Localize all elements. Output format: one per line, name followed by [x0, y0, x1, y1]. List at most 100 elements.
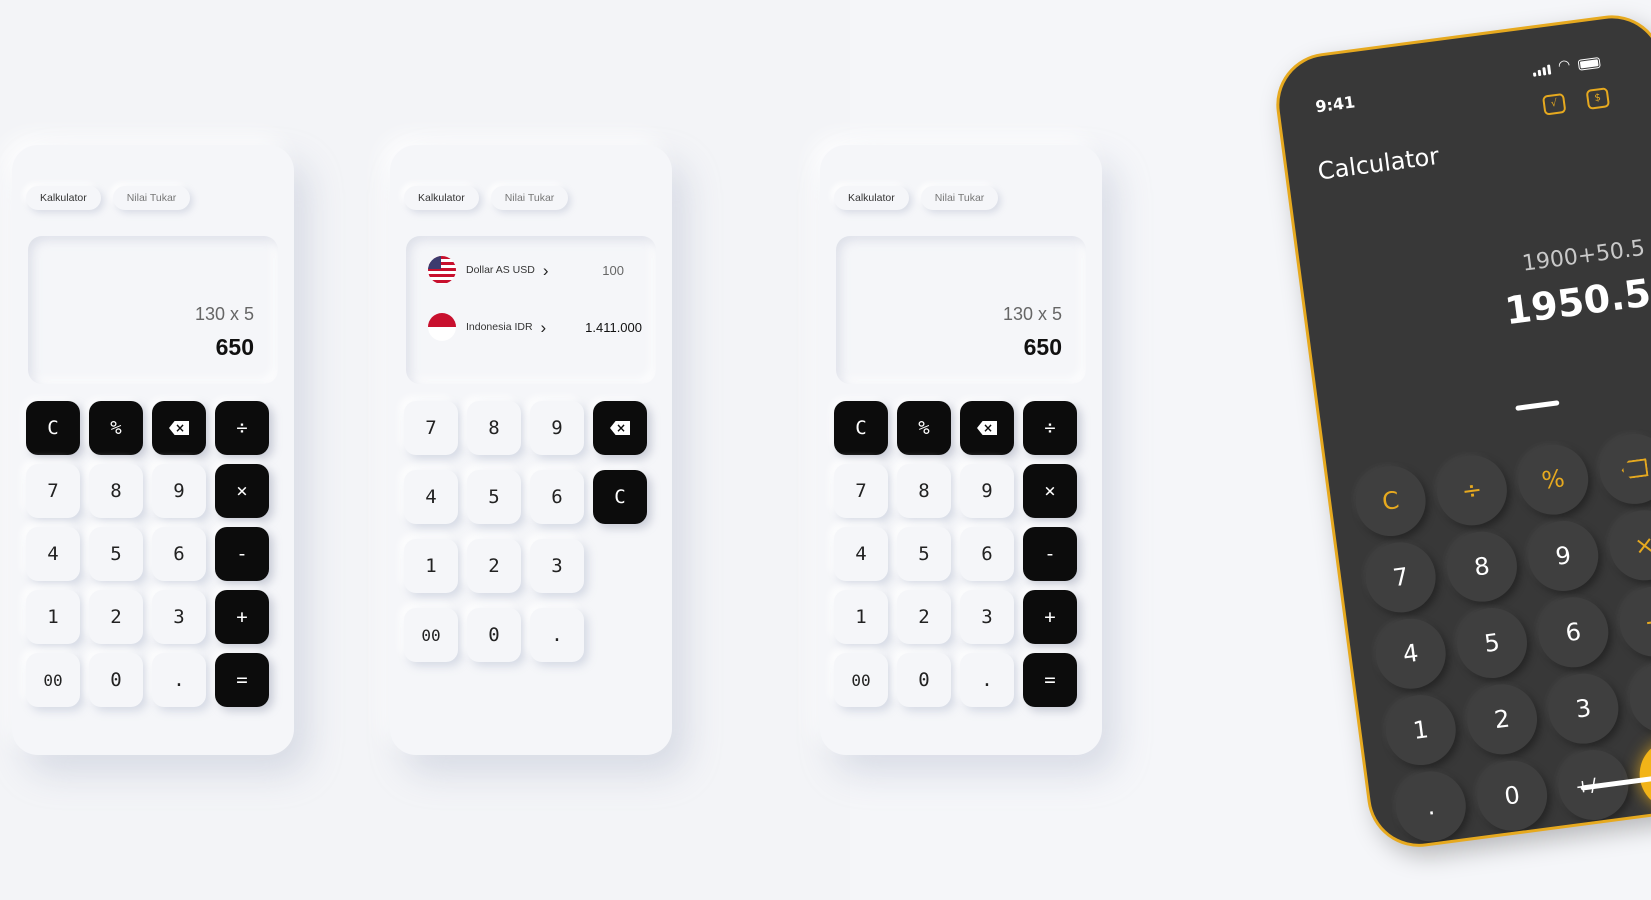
- backspace-button[interactable]: ×: [960, 401, 1014, 455]
- equals-button[interactable]: =: [215, 653, 269, 707]
- key-2[interactable]: 2: [89, 590, 143, 644]
- minus-button[interactable]: -: [215, 527, 269, 581]
- converter-display: Dollar AS USD › 100 Indonesia IDR › 1.41…: [406, 236, 656, 384]
- key-3[interactable]: 3: [152, 590, 206, 644]
- phone-minus-button[interactable]: −: [1615, 582, 1651, 661]
- plus-button[interactable]: +: [215, 590, 269, 644]
- key-2[interactable]: 2: [467, 539, 521, 593]
- calculator-display: 130 x 5 650: [28, 236, 278, 384]
- phone-backspace-button[interactable]: [1595, 429, 1651, 509]
- to-currency-row[interactable]: Indonesia IDR › 1.411.000: [428, 312, 642, 342]
- key-0[interactable]: 0: [897, 653, 951, 707]
- app-title: Calculator: [1316, 141, 1441, 186]
- multiply-button[interactable]: ×: [215, 464, 269, 518]
- phone-key-1[interactable]: 1: [1381, 690, 1461, 770]
- key-4[interactable]: 4: [834, 527, 888, 581]
- key-2[interactable]: 2: [897, 590, 951, 644]
- phone-equals-button[interactable]: =: [1635, 735, 1651, 814]
- plus-button[interactable]: +: [1023, 590, 1077, 644]
- expression-text: 130 x 5: [194, 304, 254, 324]
- key-9[interactable]: 9: [530, 401, 584, 455]
- tab-exchange-rate[interactable]: Nilai Tukar: [490, 186, 569, 210]
- phone-clear-button[interactable]: C: [1351, 461, 1430, 541]
- key-8[interactable]: 8: [897, 464, 951, 518]
- expression-text: 130 x 5: [1002, 304, 1062, 324]
- decimal-button[interactable]: .: [960, 653, 1014, 707]
- percent-button[interactable]: %: [89, 401, 143, 455]
- calculator-card-1: Kalkulator Nilai Tukar 130 x 5 650 C % ×…: [12, 145, 294, 755]
- key-3[interactable]: 3: [960, 590, 1014, 644]
- key-7[interactable]: 7: [26, 464, 80, 518]
- divide-button[interactable]: ÷: [1023, 401, 1077, 455]
- key-5[interactable]: 5: [89, 527, 143, 581]
- tab-exchange-rate[interactable]: Nilai Tukar: [112, 186, 191, 210]
- phone-key-5[interactable]: 5: [1452, 603, 1532, 683]
- key-0[interactable]: 0: [89, 653, 143, 707]
- drag-handle[interactable]: [1515, 400, 1560, 411]
- key-00[interactable]: 00: [834, 653, 888, 707]
- key-00[interactable]: 00: [404, 608, 458, 662]
- phone-divide-button[interactable]: ÷: [1432, 451, 1512, 530]
- equals-button[interactable]: =: [1023, 653, 1077, 707]
- exchange-rate-card: Kalkulator Nilai Tukar Dollar AS USD › 1…: [390, 145, 672, 755]
- multiply-button[interactable]: ×: [1023, 464, 1077, 518]
- key-8[interactable]: 8: [467, 401, 521, 455]
- key-4[interactable]: 4: [404, 470, 458, 524]
- key-8[interactable]: 8: [89, 464, 143, 518]
- phone-key-0[interactable]: 0: [1472, 756, 1552, 835]
- backspace-button[interactable]: ×: [593, 401, 647, 455]
- decimal-button[interactable]: .: [152, 653, 206, 707]
- phone-percent-button[interactable]: %: [1513, 440, 1593, 519]
- phone-key-6[interactable]: 6: [1534, 593, 1613, 672]
- tab-calculator[interactable]: Kalkulator: [26, 186, 101, 210]
- tab-calculator[interactable]: Kalkulator: [834, 186, 909, 210]
- tab-exchange-rate[interactable]: Nilai Tukar: [920, 186, 999, 210]
- key-9[interactable]: 9: [152, 464, 206, 518]
- divide-button[interactable]: ÷: [215, 401, 269, 455]
- phone-multiply-button[interactable]: ×: [1605, 505, 1651, 585]
- key-1[interactable]: 1: [404, 539, 458, 593]
- decimal-button[interactable]: .: [530, 608, 584, 662]
- phone-key-3[interactable]: 3: [1544, 669, 1623, 748]
- key-5[interactable]: 5: [467, 470, 521, 524]
- backspace-icon: [1620, 458, 1648, 479]
- key-5[interactable]: 5: [897, 527, 951, 581]
- from-currency-row[interactable]: Dollar AS USD › 100: [428, 255, 642, 285]
- phone-key-7[interactable]: 7: [1361, 538, 1440, 617]
- minus-button[interactable]: -: [1023, 527, 1077, 581]
- phone-key-8[interactable]: 8: [1442, 527, 1522, 606]
- scientific-mode-icon[interactable]: √: [1542, 92, 1567, 116]
- chevron-right-icon: ›: [540, 317, 547, 337]
- key-3[interactable]: 3: [530, 539, 584, 593]
- clear-button[interactable]: C: [26, 401, 80, 455]
- key-1[interactable]: 1: [26, 590, 80, 644]
- key-7[interactable]: 7: [834, 464, 888, 518]
- phone-key-9[interactable]: 9: [1523, 516, 1603, 596]
- phone-key-4[interactable]: 4: [1371, 614, 1450, 693]
- backspace-icon: ×: [977, 421, 997, 435]
- key-6[interactable]: 6: [960, 527, 1014, 581]
- key-0[interactable]: 0: [467, 608, 521, 662]
- percent-button[interactable]: %: [897, 401, 951, 455]
- tab-calculator[interactable]: Kalkulator: [404, 186, 479, 210]
- clear-button[interactable]: C: [593, 470, 647, 524]
- us-flag-icon: [428, 256, 456, 284]
- key-4[interactable]: 4: [26, 527, 80, 581]
- key-7[interactable]: 7: [404, 401, 458, 455]
- backspace-button[interactable]: ×: [152, 401, 206, 455]
- phone-key-2[interactable]: 2: [1462, 680, 1542, 759]
- clear-button[interactable]: C: [834, 401, 888, 455]
- phone-decimal-button[interactable]: .: [1391, 767, 1471, 846]
- from-currency-value: 100: [602, 262, 624, 278]
- key-6[interactable]: 6: [152, 527, 206, 581]
- key-9[interactable]: 9: [960, 464, 1014, 518]
- key-1[interactable]: 1: [834, 590, 888, 644]
- tab-bar: Kalkulator Nilai Tukar: [404, 186, 569, 210]
- backspace-icon: ×: [169, 421, 189, 435]
- currency-converter-icon[interactable]: $: [1585, 87, 1611, 110]
- tab-bar: Kalkulator Nilai Tukar: [26, 186, 191, 210]
- key-00[interactable]: 00: [26, 653, 80, 707]
- phone-expression-text: 1900+50.5: [1520, 235, 1647, 277]
- key-6[interactable]: 6: [530, 470, 584, 524]
- phone-plus-button[interactable]: +: [1625, 658, 1651, 738]
